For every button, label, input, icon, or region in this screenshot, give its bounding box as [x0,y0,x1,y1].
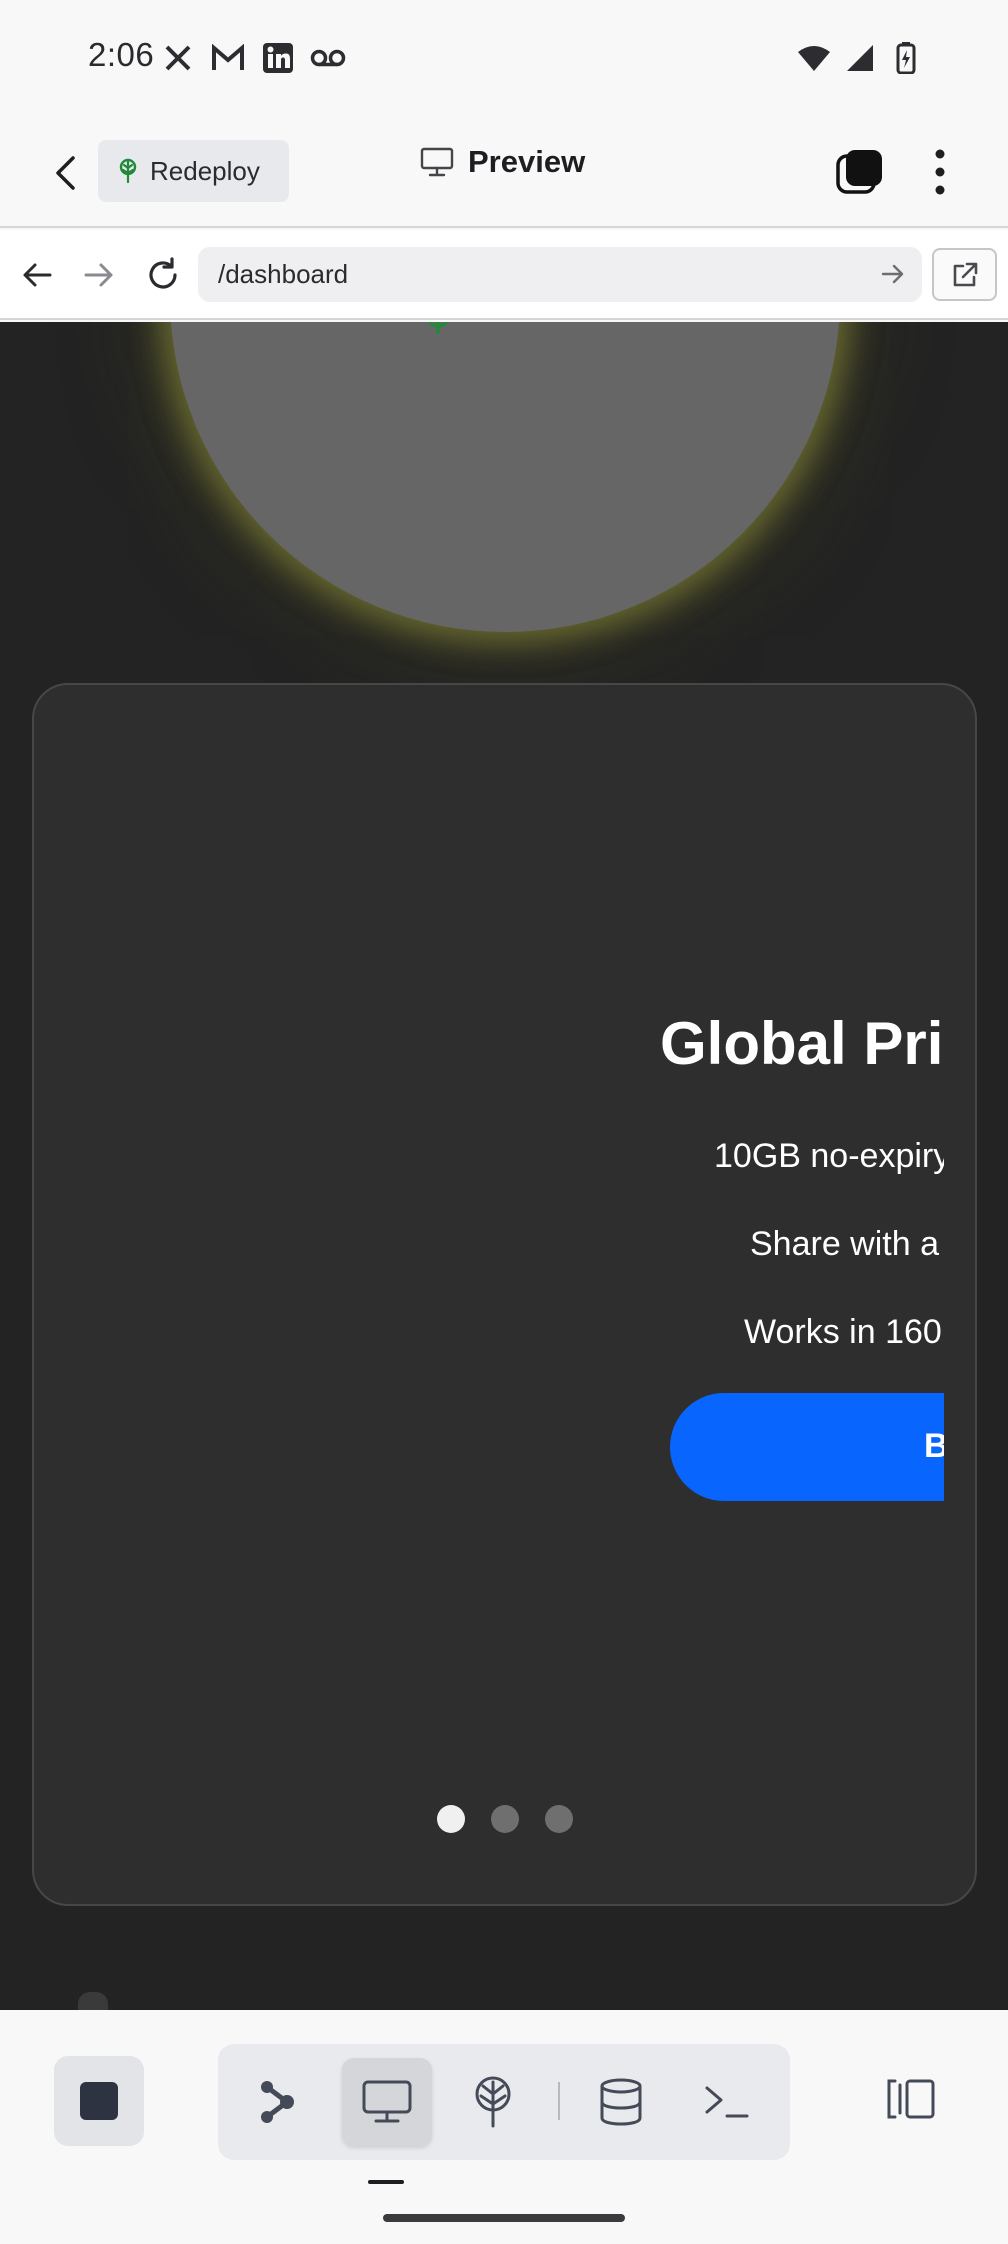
redeploy-label: Redeploy [150,155,260,186]
logo-icon [428,322,448,334]
tool-shell[interactable] [682,2058,772,2146]
go-arrow-icon[interactable] [878,259,908,289]
redeploy-button[interactable]: Redeploy [98,140,289,202]
reload-button[interactable] [140,252,186,298]
split-view-button[interactable] [868,2056,954,2142]
app-header: Redeploy Preview [0,116,1008,228]
open-external-button[interactable] [932,248,997,301]
promo-carousel[interactable]: Global Pri 10GB no-expiry Share with a W… [32,683,977,1906]
home-indicator[interactable] [383,2214,625,2222]
tool-switcher [218,2044,790,2160]
status-time: 2:06 [88,36,155,73]
linkedin-icon [260,40,296,76]
carousel-dot-1[interactable] [436,1805,465,1833]
x-icon [160,40,196,76]
url-input[interactable]: /dashboard [198,247,922,302]
tool-preview[interactable] [342,2058,432,2146]
status-bar: 2:06 [0,0,1008,116]
battery-charging-icon [888,40,924,76]
agent-icon [261,2081,294,2123]
deploy-icon [475,2076,511,2128]
tool-database[interactable] [576,2058,666,2146]
feature-countries: Works in 160 [744,1313,942,1351]
feature-storage: 10GB no-expiry [714,1137,944,1175]
preview-title: Preview [420,144,585,180]
external-link-icon [953,262,977,286]
carousel-viewport: Global Pri 10GB no-expiry Share with a W… [34,685,944,1904]
preview-monitor-icon [362,2080,412,2123]
cta-button[interactable]: B [670,1393,944,1501]
wifi-icon [796,40,832,76]
page-title: Preview [468,144,586,179]
system-icons [796,40,924,76]
arrow-right-icon [84,263,113,287]
terminal-icon [705,2086,749,2118]
stop-button[interactable] [54,2056,144,2146]
notification-icons [160,40,346,76]
tool-divider [558,2082,560,2120]
more-options-button[interactable] [922,144,958,200]
browser-url-bar: /dashboard [0,230,1008,320]
gmail-icon [210,40,246,76]
back-button[interactable] [40,148,90,198]
carousel-dots [34,1805,975,1833]
tool-deploy[interactable] [448,2058,538,2146]
split-panel-icon [887,2079,935,2119]
browser-forward-button[interactable] [76,252,122,298]
carousel-dot-2[interactable] [490,1805,519,1833]
bottom-toolbar [0,2010,1008,2244]
cta-label: B [924,1427,944,1466]
carousel-slide[interactable]: Global Pri 10GB no-expiry Share with a W… [34,685,944,1904]
partial-content-below [78,1992,108,2010]
replit-deploy-icon [119,158,137,184]
hero-glow-circle [170,322,840,632]
slide-title: Global Pri [660,1010,944,1077]
feature-share: Share with a [750,1225,939,1263]
voicemail-icon [310,40,346,76]
web-preview[interactable]: Global Pri 10GB no-expiry Share with a W… [0,322,1008,2010]
tabs-button[interactable] [834,146,886,198]
signal-icon [842,40,878,76]
tabs-icon [836,150,882,194]
browser-back-button[interactable] [14,252,60,298]
monitor-icon [420,147,454,177]
carousel-dot-3[interactable] [544,1805,573,1833]
arrow-left-icon [23,263,52,287]
tool-agent[interactable] [232,2058,322,2146]
selected-tool-indicator [368,2180,404,2184]
url-text: /dashboard [218,259,349,289]
chevron-left-icon [56,156,75,190]
database-icon [600,2078,642,2126]
more-vertical-icon [935,149,945,195]
reload-icon [149,257,177,289]
stop-icon [80,2082,118,2120]
